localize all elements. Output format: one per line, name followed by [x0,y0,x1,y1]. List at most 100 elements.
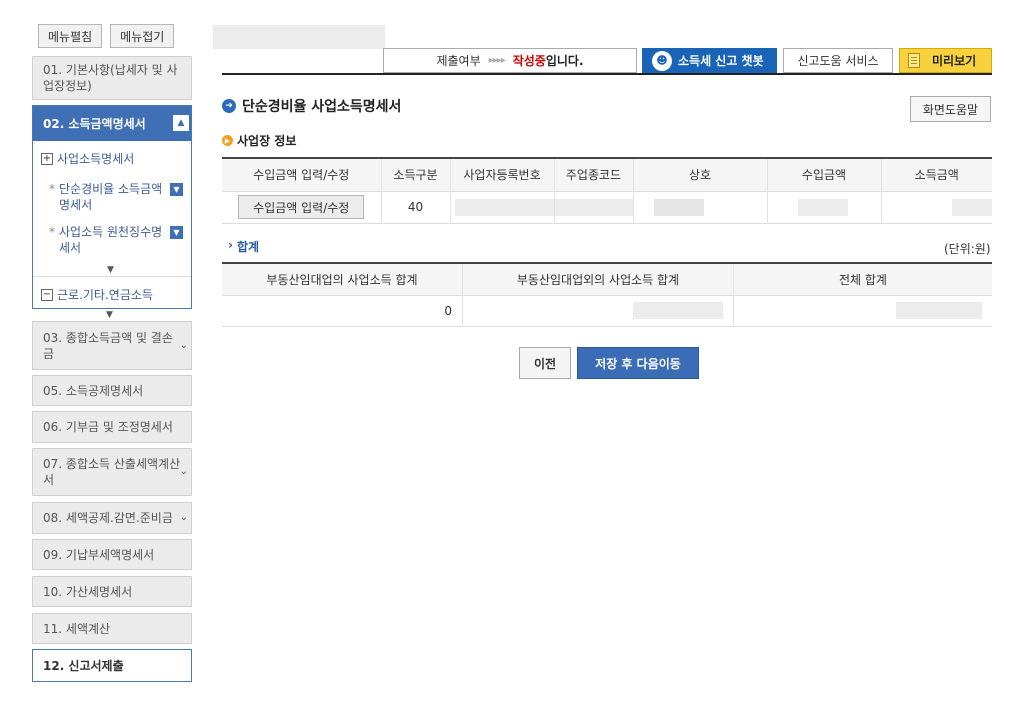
sidebar-item-label: 08. 세액공제.감면.준비금 [43,511,173,525]
column-header: 소득구분 [380,158,450,192]
arrow-right-icon: ▶ [222,135,233,146]
sidebar-item-10[interactable]: 10. 가산세명세서 [32,576,192,607]
bullet-icon: * [49,182,55,196]
scroll-down-icon[interactable]: ▼ [106,310,113,320]
column-header: 부동산임대업외의 사업소득 합계 [462,263,734,296]
prev-button[interactable]: 이전 [519,347,571,379]
save-next-button[interactable]: 저장 후 다음이동 [577,347,699,379]
column-header: 사업자등록번호 [449,158,554,192]
table-row: 수입금액 입력/수정 40 [222,191,992,224]
table-cell [733,295,992,327]
table-cell [462,295,734,327]
status-arrows: ▸▸▸▸ [488,55,506,66]
status-value: 작성중 [512,54,546,68]
divider [33,276,191,277]
sidebar-item-label: 06. 기부금 및 조정명세서 [43,420,173,434]
status-label: 제출여부 [436,54,481,68]
chatbot-button[interactable]: ☻ 소득세 신고 챗봇 [642,48,777,73]
page-title: ➜ 단순경비율 사업소득명세서 [222,96,401,116]
sidebar-item-06[interactable]: 06. 기부금 및 조정명세서 [32,411,192,443]
sidebar-item-05[interactable]: 05. 소득공제명세서 [32,375,192,406]
sidebar-item-label: 12. 신고서제출 [43,658,124,673]
redacted-value [633,302,723,319]
sidebar-child-label: 사업소득 원천징수명세서 [59,225,163,255]
sidebar-top-buttons: 메뉴펼침 메뉴접기 [38,24,175,48]
preview-label: 미리보기 [932,54,977,68]
sidebar-child-label: 단순경비율 소득금액명세서 [59,182,163,212]
table-cell [449,191,554,224]
unit-label: (단위:원) [944,242,991,256]
chevron-right-icon: › [228,238,233,252]
redacted-value [653,198,704,216]
scroll-down-icon[interactable]: ▼ [107,265,114,275]
sidebar-child-simple-rate[interactable]: * 단순경비율 소득금액명세서 ▼ [33,181,191,213]
sidebar-item-label: 10. 가산세명세서 [43,584,133,599]
redacted-value [554,198,633,216]
minus-icon: − [41,288,53,301]
sidebar-item-03[interactable]: 03. 종합소득금액 및 결손금 ⌄ [32,321,192,370]
collapse-menu-button[interactable]: 메뉴접기 [110,24,175,48]
sidebar-item-07[interactable]: 07. 종합소득 산출세액계산서 ⌄ [32,448,192,496]
total-title: › 합계 [228,238,259,255]
redacted-value [896,302,982,319]
sidebar-sub-label: 근로.기타.연금소득 [57,288,153,302]
table-cell: 수입금액 입력/수정 [222,191,381,224]
document-icon [908,53,920,68]
real-estate-total-cell: 0 [222,295,463,327]
sidebar-item-label: 05. 소득공제명세서 [43,383,144,398]
redacted-value [454,198,554,216]
sidebar-item-label: 03. 종합소득금액 및 결손금 [43,330,173,361]
column-header: 전체 합계 [733,263,992,296]
sidebar-child-withholding[interactable]: * 사업소득 원천징수명세서 ▼ [33,224,191,256]
sidebar-item-02[interactable]: 02. 소득금액명세서 ▲ [33,106,191,141]
business-info-table: 수입금액 입력/수정 소득구분 사업자등록번호 주업종코드 상호 수입금액 소득… [222,157,992,224]
sum-table: 부동산임대업의 사업소득 합계 부동산임대업외의 사업소득 합계 전체 합계 0 [222,262,992,327]
status-suffix: 입니다. [545,54,584,68]
sidebar-item-11[interactable]: 11. 세액계산 [32,613,192,644]
section-title: ▶ 사업장 정보 [222,132,296,149]
table-cell [766,191,881,224]
sidebar-active-section: 02. 소득금액명세서 ▲ + 사업소득명세서 * 단순경비율 소득금액명세서 … [32,105,192,309]
sidebar-item-09[interactable]: 09. 기납부세액명세서 [32,539,192,570]
chevron-down-icon: ⌄ [179,512,188,523]
page-title-text: 단순경비율 사업소득명세서 [242,99,402,115]
sidebar-item-12[interactable]: 12. 신고서제출 [32,649,192,682]
help-service-button[interactable]: 신고도움 서비스 [783,48,893,73]
expand-menu-button[interactable]: 메뉴펼침 [38,24,103,48]
table-header-row: 부동산임대업의 사업소득 합계 부동산임대업외의 사업소득 합계 전체 합계 [222,263,992,296]
submission-status: 제출여부 ▸▸▸▸ 작성중입니다. [383,48,637,73]
column-header: 수입금액 [766,158,881,192]
sidebar-sub-labor-income[interactable]: − 근로.기타.연금소득 [41,286,153,303]
sidebar-item-label: 01. 기본사항(납세자 및 사업장정보) [43,63,178,93]
column-header: 주업종코드 [553,158,633,192]
redacted-value [797,198,848,216]
sidebar-sub-label: 사업소득명세서 [57,152,135,166]
header-divider [222,73,992,75]
preview-button[interactable]: 미리보기 [899,48,992,73]
chevron-down-icon[interactable]: ▼ [170,183,183,196]
table-row: 0 [222,295,992,327]
arrow-right-icon: ➜ [222,99,236,113]
chevron-down-icon: ⌄ [179,466,188,477]
table-cell [880,191,992,224]
screen-help-button[interactable]: 화면도움말 [910,96,991,122]
chatbot-icon: ☻ [652,50,672,71]
chevron-up-icon[interactable]: ▲ [173,115,189,131]
section-title-text: 사업장 정보 [237,134,297,148]
redacted-header [213,25,385,49]
bullet-icon: * [49,225,55,239]
chatbot-label: 소득세 신고 챗봇 [678,54,764,68]
sidebar-item-label: 02. 소득금액명세서 [43,117,146,131]
column-header: 부동산임대업의 사업소득 합계 [222,263,463,296]
sidebar-item-01[interactable]: 01. 기본사항(납세자 및 사업장정보) [32,56,192,100]
income-edit-button[interactable]: 수입금액 입력/수정 [238,195,365,219]
sidebar-item-08[interactable]: 08. 세액공제.감면.준비금 ⌄ [32,502,192,534]
sidebar-item-label: 09. 기납부세액명세서 [43,547,155,562]
table-header-row: 수입금액 입력/수정 소득구분 사업자등록번호 주업종코드 상호 수입금액 소득… [222,158,992,192]
chevron-down-icon[interactable]: ▼ [170,226,183,239]
table-cell [632,191,767,224]
plus-icon: + [41,152,53,165]
column-header: 소득금액 [880,158,992,192]
column-header: 수입금액 입력/수정 [222,158,381,192]
sidebar-sub-business-income[interactable]: + 사업소득명세서 [41,150,134,167]
